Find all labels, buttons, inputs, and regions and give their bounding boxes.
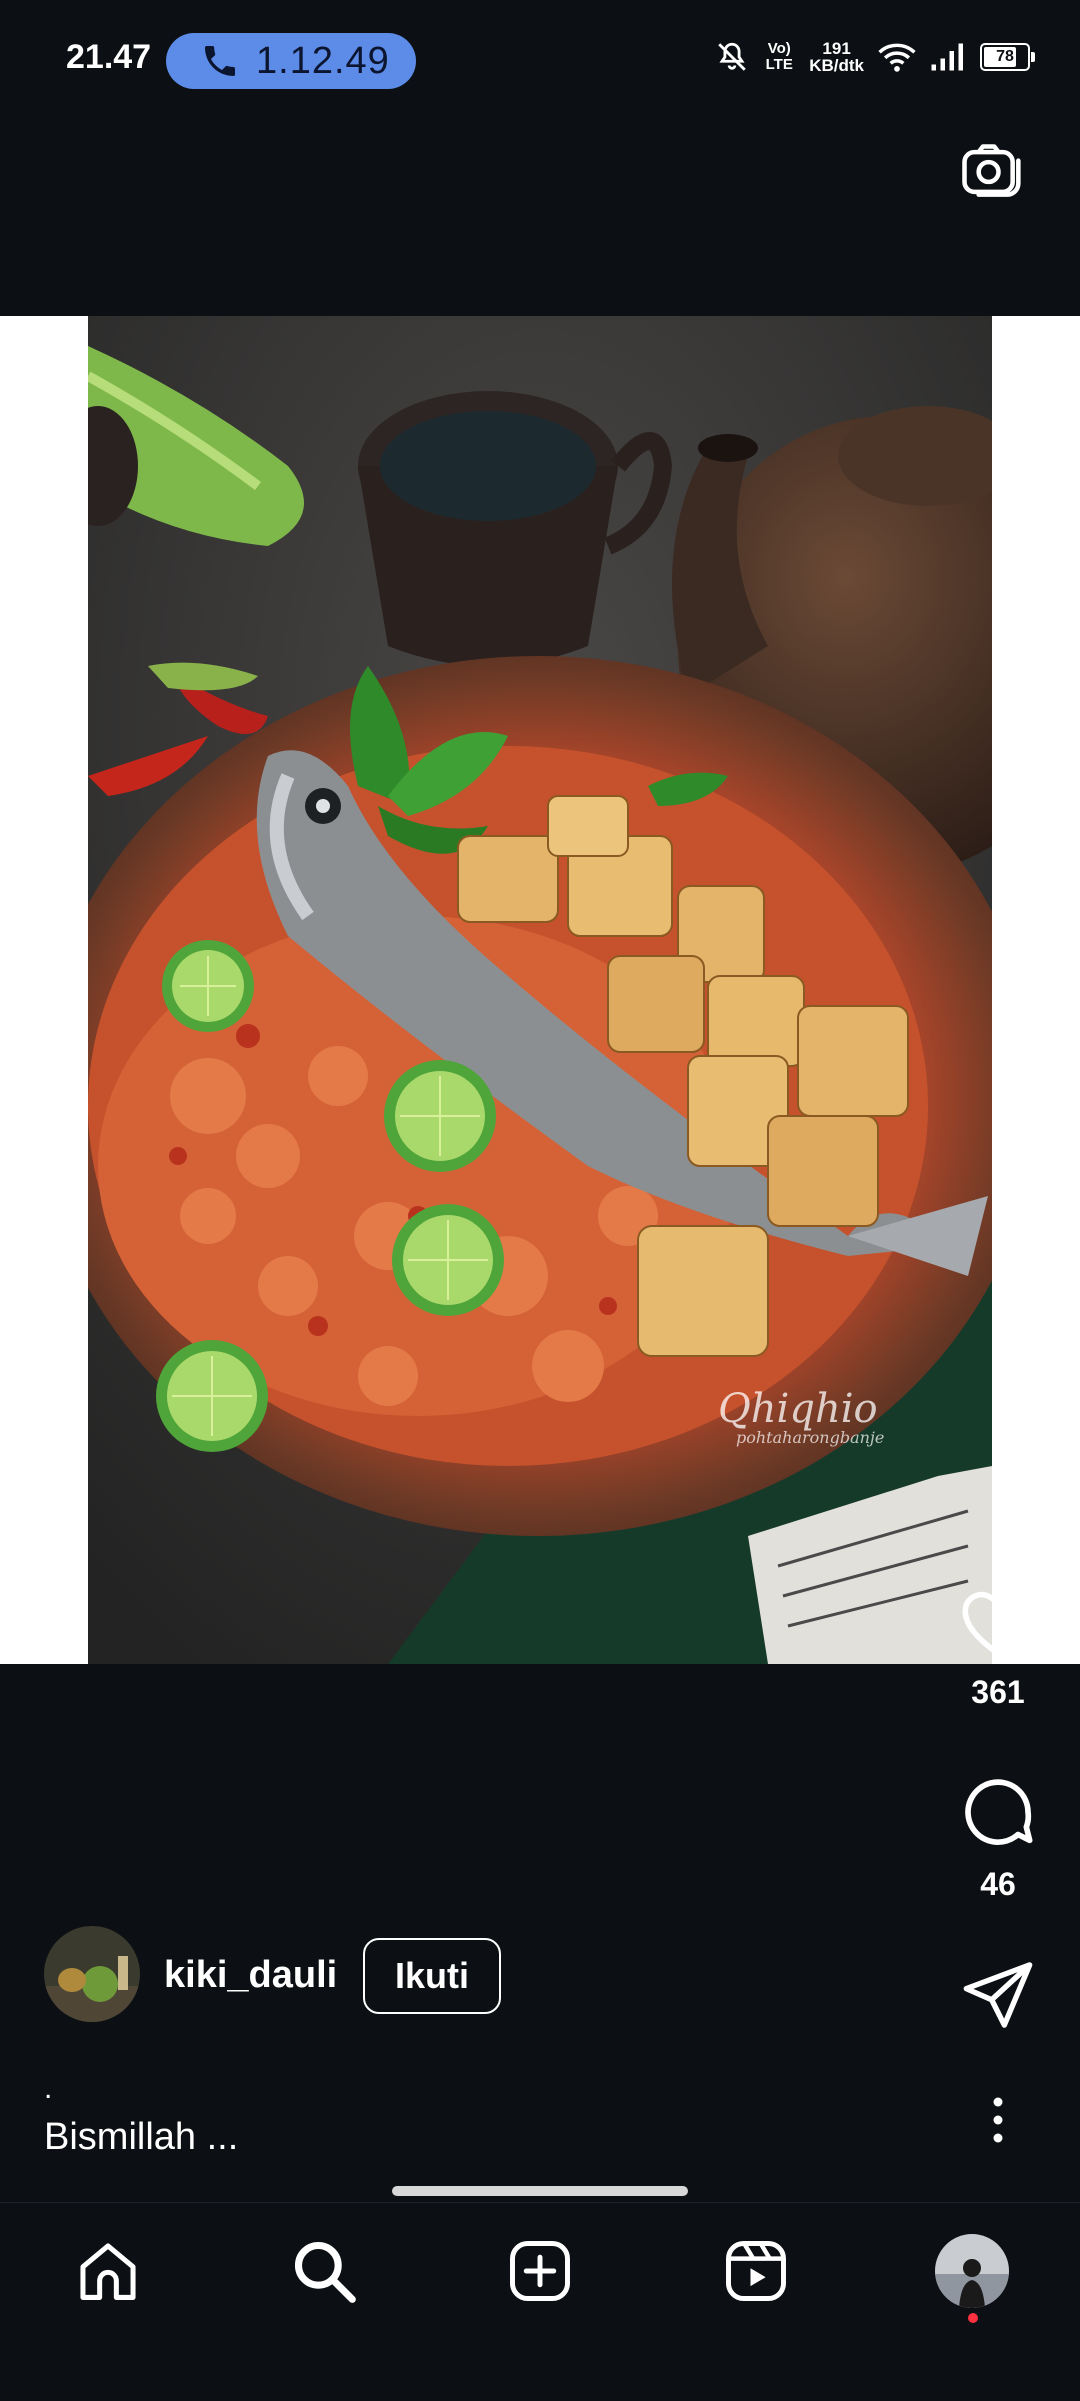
heart-icon[interactable] xyxy=(958,1588,1038,1660)
mute-icon xyxy=(718,42,746,71)
food-photo xyxy=(88,316,992,1664)
battery-level: 78 xyxy=(996,48,1014,65)
nav-create[interactable] xyxy=(500,2231,580,2311)
notification-dot xyxy=(968,2313,978,2323)
network-speed-unit: KB/dtk xyxy=(809,56,864,75)
volte-icon: Vo) LTE xyxy=(765,40,793,73)
post-caption[interactable]: Bismillah ... xyxy=(44,2116,238,2159)
add-post-icon xyxy=(510,2241,570,2301)
battery-icon: 78 xyxy=(980,43,1035,71)
follow-button[interactable]: Ikuti xyxy=(363,1938,501,2014)
profile-avatar-image xyxy=(935,2234,1009,2308)
profile-avatar xyxy=(935,2234,1009,2308)
comment-icon[interactable] xyxy=(958,1772,1038,1852)
like-action: 361 xyxy=(950,1588,1046,1711)
author-avatar[interactable] xyxy=(44,1926,140,2022)
photo-watermark: Qhiqhio xyxy=(718,1386,878,1432)
signal-icon xyxy=(931,43,963,71)
nav-reels[interactable] xyxy=(716,2231,796,2311)
post-image-frame: Qhiqhio pohtaharongbanje xyxy=(0,316,1080,1664)
post-image[interactable]: Qhiqhio pohtaharongbanje xyxy=(88,316,992,1664)
wifi-icon xyxy=(878,43,916,72)
nav-search[interactable] xyxy=(284,2231,364,2311)
call-duration: 1.12.49 xyxy=(256,39,390,82)
status-time: 21.47 xyxy=(66,38,152,76)
network-speed: 191 KB/dtk xyxy=(809,40,864,74)
camera-icon[interactable] xyxy=(956,138,1024,206)
more-options-icon[interactable] xyxy=(980,2092,1016,2148)
home-indicator[interactable] xyxy=(392,2186,688,2196)
comment-action: 46 xyxy=(950,1772,1046,1903)
search-icon xyxy=(294,2241,356,2303)
comment-count[interactable]: 46 xyxy=(980,1866,1016,1903)
share-action xyxy=(950,1960,1046,2030)
send-icon[interactable] xyxy=(960,1960,1036,2030)
photo-watermark-sub: pohtaharongbanje xyxy=(736,1428,885,1447)
status-icons: Vo) LTE 191 KB/dtk 78 xyxy=(715,40,1035,74)
author-username[interactable]: kiki_dauli xyxy=(164,1954,337,1997)
home-icon xyxy=(80,2243,136,2300)
like-count[interactable]: 361 xyxy=(971,1674,1024,1711)
ongoing-call-pill[interactable]: 1.12.49 xyxy=(166,33,416,89)
nav-profile[interactable] xyxy=(932,2231,1012,2311)
bottom-nav xyxy=(0,2202,1080,2401)
caption-dot: . xyxy=(44,2072,53,2105)
network-speed-value: 191 xyxy=(822,39,851,58)
author-avatar-image xyxy=(44,1926,140,2022)
status-bar: 21.47 1.12.49 Vo) LTE 191 KB/dtk 78 xyxy=(0,0,1080,92)
reels-icon xyxy=(726,2241,786,2301)
phone-icon xyxy=(205,46,235,76)
nav-home[interactable] xyxy=(68,2231,148,2311)
